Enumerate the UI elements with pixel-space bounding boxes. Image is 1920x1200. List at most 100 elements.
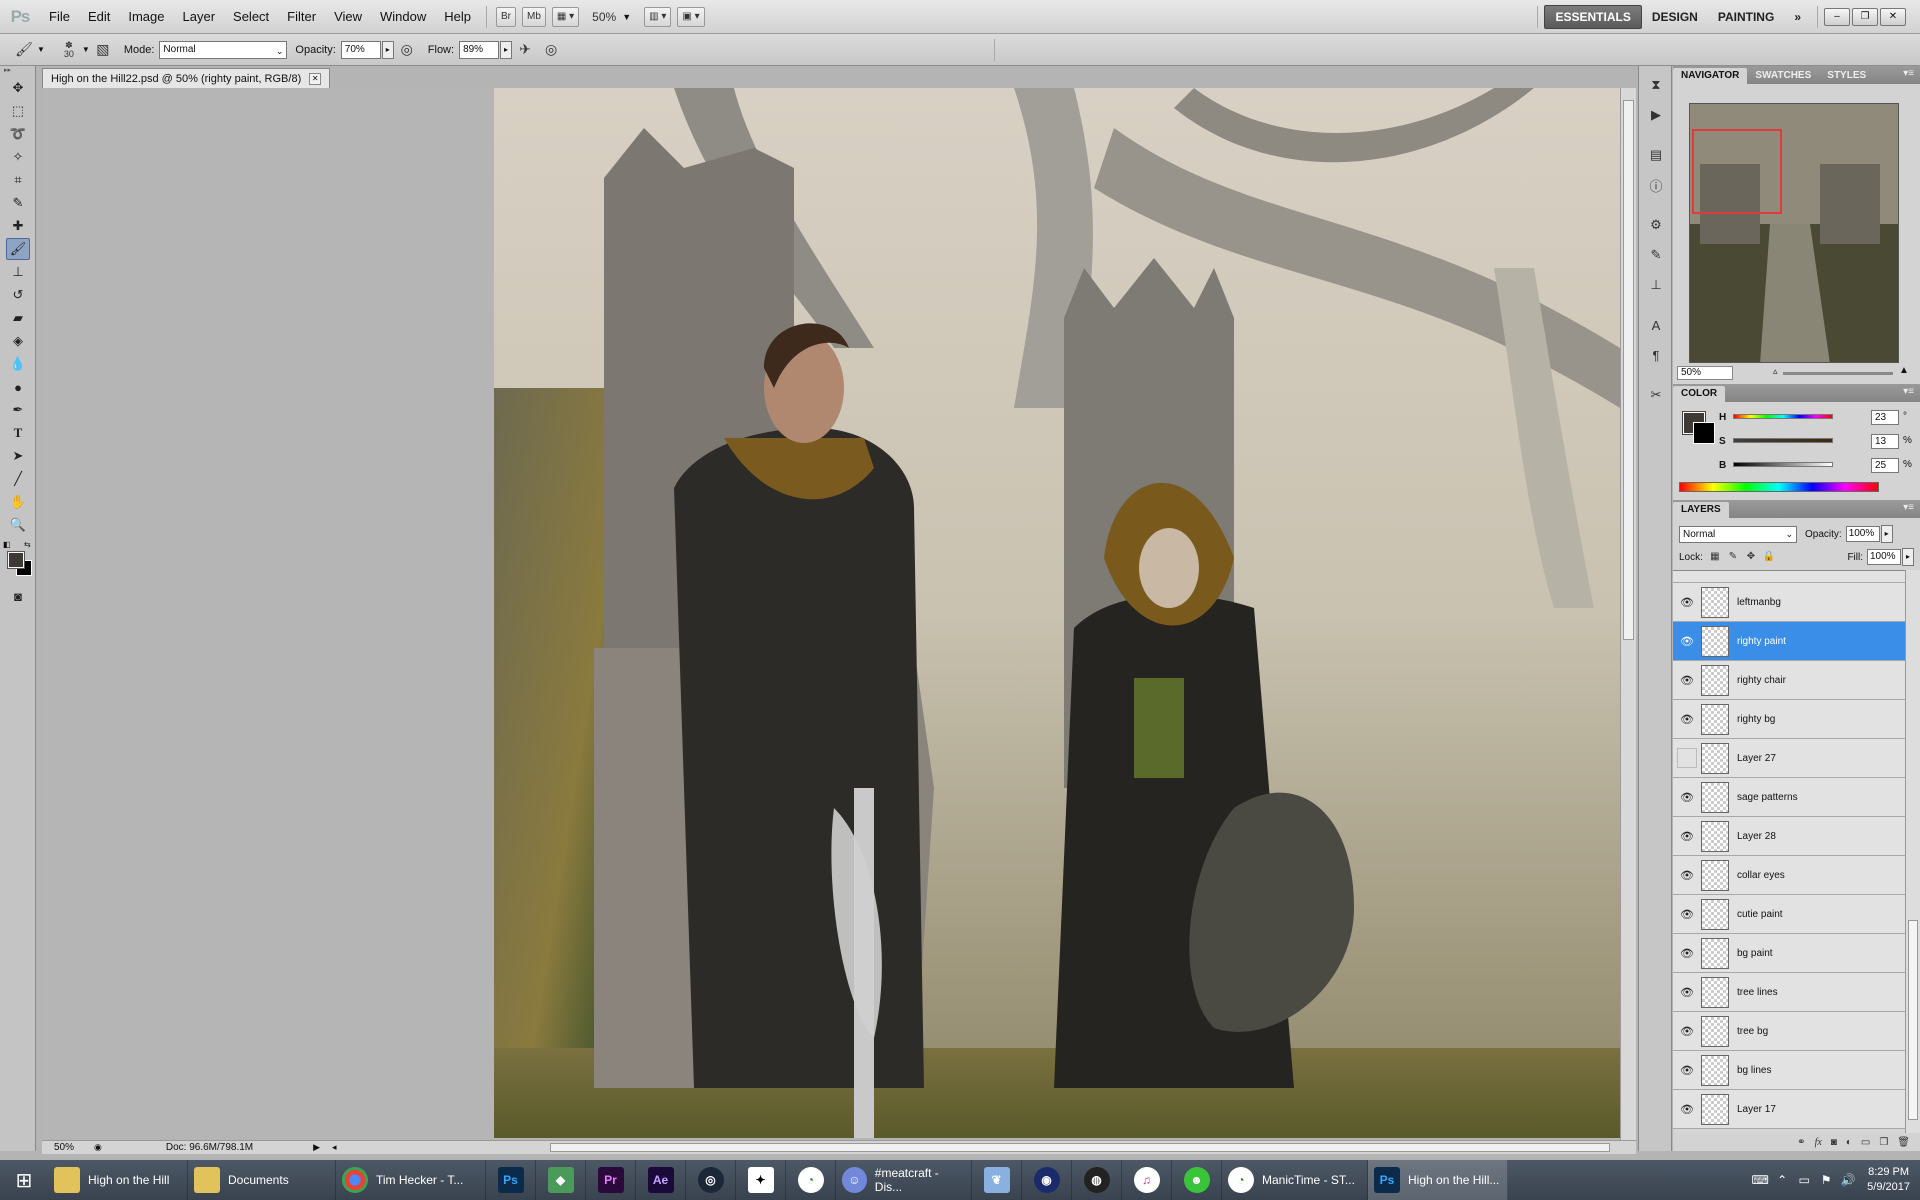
tab-navigator[interactable]: NAVIGATOR — [1673, 68, 1748, 84]
menu-filter[interactable]: Filter — [278, 9, 325, 24]
layer-row[interactable]: 👁 leftmanbg — [1673, 583, 1905, 622]
status-info-icon[interactable]: ◉ — [94, 1142, 102, 1153]
brush-presets-panel-icon[interactable]: ⚙ — [1644, 214, 1668, 236]
eraser-tool-icon[interactable]: ▰ — [6, 307, 30, 329]
eye-icon[interactable]: 👁 — [1677, 787, 1697, 807]
crop-tool-icon[interactable]: ⌗ — [6, 169, 30, 191]
taskbar-cinema4d[interactable]: ◉ — [1022, 1160, 1072, 1200]
navigator-view-box[interactable] — [1692, 129, 1782, 214]
layer-row[interactable]: 👁 righty paint — [1673, 622, 1905, 661]
blur-tool-icon[interactable]: 💧 — [6, 353, 30, 375]
minimize-icon[interactable]: – — [1824, 7, 1850, 26]
opacity-input[interactable]: 70% — [340, 40, 381, 59]
zoom-in-icon[interactable]: ▲ — [1899, 365, 1909, 376]
status-menu-arrow-icon[interactable]: ▶ — [313, 1142, 320, 1153]
saturation-slider[interactable] — [1733, 438, 1833, 443]
new-layer-icon[interactable]: ❐ — [1879, 1137, 1888, 1148]
new-group-icon[interactable]: ▭ — [1861, 1137, 1870, 1148]
eye-icon[interactable] — [1677, 572, 1697, 582]
scroll-left-icon[interactable]: ◂ — [332, 1142, 337, 1153]
panel-menu-icon[interactable]: ▾≡ — [1903, 386, 1914, 397]
layer-opacity-input[interactable]: 100% — [1845, 526, 1880, 542]
layer-row[interactable]: Layer 27 — [1673, 739, 1905, 778]
windows-start-icon[interactable]: ⊞ — [0, 1160, 48, 1200]
actions-panel-icon[interactable]: ▶ — [1644, 104, 1668, 126]
close-icon[interactable]: ✕ — [309, 72, 322, 85]
swap-colors-icon[interactable]: ⇆ — [24, 540, 31, 549]
history-panel-icon[interactable]: ⧗ — [1644, 74, 1668, 96]
close-icon[interactable]: ✕ — [1880, 7, 1906, 26]
clock[interactable]: 8:29 PM 5/9/2017 — [1867, 1165, 1910, 1195]
marquee-tool-icon[interactable]: ⬚ — [6, 100, 30, 122]
vertical-scrollbar[interactable] — [1620, 88, 1636, 1141]
quick-selection-tool-icon[interactable]: ✧ — [6, 146, 30, 168]
status-zoom[interactable]: 50% — [42, 1142, 82, 1153]
taskbar-chrome[interactable]: Tim Hecker - T... — [336, 1160, 486, 1200]
taskbar-steam[interactable]: ◎ — [686, 1160, 736, 1200]
layers-scrollbar[interactable] — [1905, 570, 1920, 1133]
menu-image[interactable]: Image — [119, 9, 173, 24]
menu-view[interactable]: View — [325, 9, 371, 24]
flow-slider-toggle[interactable]: ▸ — [500, 40, 513, 59]
layer-row[interactable]: 👁 tree lines — [1673, 973, 1905, 1012]
menu-layer[interactable]: Layer — [174, 9, 225, 24]
tool-presets-panel-icon[interactable]: ✂ — [1644, 384, 1668, 406]
show-hidden-icons-icon[interactable]: ⌃ — [1771, 1173, 1793, 1187]
eye-icon[interactable]: 👁 — [1677, 826, 1697, 846]
lock-transparent-icon[interactable]: ▦ — [1709, 551, 1721, 563]
hue-slider[interactable] — [1733, 414, 1833, 419]
view-extras-button[interactable]: ▦ ▾ — [551, 6, 580, 27]
opacity-slider-toggle[interactable]: ▸ — [381, 40, 394, 59]
fill-input[interactable]: 100% — [1867, 549, 1901, 565]
hue-input[interactable]: 23 — [1871, 410, 1899, 425]
foreground-color-swatch[interactable] — [7, 551, 25, 569]
workspace-painting[interactable]: PAINTING — [1708, 6, 1784, 28]
workspace-essentials[interactable]: ESSENTIALS — [1544, 4, 1642, 29]
taskbar-obs[interactable]: ◍ — [1072, 1160, 1122, 1200]
eye-icon[interactable]: 👁 — [1677, 631, 1697, 651]
blend-mode-select[interactable]: Normal ⌄ — [1679, 525, 1797, 543]
taskbar-discord[interactable]: ☺ #meatcraft - Dis... — [836, 1160, 972, 1200]
menu-help[interactable]: Help — [435, 9, 480, 24]
menu-edit[interactable]: Edit — [79, 9, 119, 24]
layer-style-icon[interactable]: fx — [1815, 1137, 1822, 1148]
airbrush-icon[interactable]: ✈ — [515, 40, 535, 60]
eye-icon[interactable]: 👁 — [1677, 982, 1697, 1002]
brightness-slider[interactable] — [1733, 462, 1833, 467]
clone-stamp-tool-icon[interactable]: ⊥ — [6, 261, 30, 283]
layer-row[interactable]: 👁 Layer 17 — [1673, 1090, 1905, 1129]
network-icon[interactable]: ⚑ — [1815, 1173, 1837, 1187]
path-selection-tool-icon[interactable]: ➤ — [6, 445, 30, 467]
line-tool-icon[interactable]: ╱ — [6, 468, 30, 490]
info-panel-icon[interactable]: ⓘ — [1644, 174, 1668, 196]
taskbar-folder-high-on-the-hill[interactable]: High on the Hill — [48, 1160, 188, 1200]
histogram-panel-icon[interactable]: ▤ — [1644, 144, 1668, 166]
move-tool-icon[interactable]: ✥ — [6, 77, 30, 99]
taskbar-manictime-pinned[interactable]: ◔ — [786, 1160, 836, 1200]
layer-row[interactable]: 👁 tree bg — [1673, 1012, 1905, 1051]
clone-source-panel-icon[interactable]: ⊥ — [1644, 274, 1668, 296]
screen-mode-button[interactable]: ▣ ▾ — [677, 6, 705, 27]
chevron-down-icon[interactable]: ▼ — [82, 45, 90, 54]
lasso-tool-icon[interactable]: ➰ — [6, 123, 30, 145]
default-colors-icon[interactable]: ◧ — [3, 540, 11, 549]
bridge-button[interactable]: Br — [496, 6, 517, 27]
menu-file[interactable]: File — [40, 9, 79, 24]
scroll-thumb[interactable] — [1908, 920, 1918, 1120]
tab-swatches[interactable]: SWATCHES — [1747, 68, 1819, 84]
tab-layers[interactable]: LAYERS — [1673, 502, 1729, 518]
character-panel-icon[interactable]: A — [1644, 314, 1668, 336]
pressure-opacity-icon[interactable]: ◎ — [397, 40, 417, 60]
restore-icon[interactable]: ❐ — [1852, 7, 1878, 26]
eye-icon[interactable]: 👁 — [1677, 1021, 1697, 1041]
taskbar-after-effects[interactable]: Ae — [636, 1160, 686, 1200]
zoom-out-icon[interactable]: ▵ — [1773, 366, 1778, 377]
dodge-tool-icon[interactable]: ● — [6, 376, 30, 398]
quick-mask-icon[interactable]: ◙ — [6, 585, 30, 607]
brush-tool-preset-icon[interactable]: 🖌 — [14, 40, 34, 60]
add-mask-icon[interactable]: ◙ — [1831, 1137, 1837, 1148]
paint-bucket-tool-icon[interactable]: ◈ — [6, 330, 30, 352]
brush-panel-toggle-icon[interactable]: ▧ — [93, 40, 113, 60]
panel-menu-icon[interactable]: ▾≡ — [1903, 68, 1914, 79]
link-layers-icon[interactable]: ⚭ — [1797, 1137, 1805, 1148]
